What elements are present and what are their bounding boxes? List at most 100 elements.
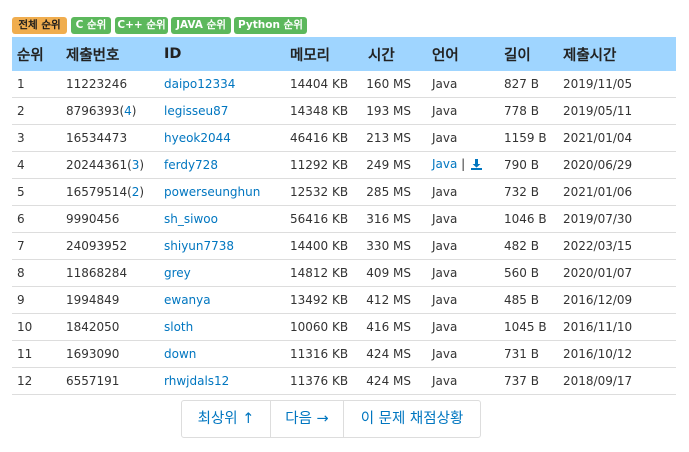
submission-id: 20244361 bbox=[66, 158, 128, 172]
tab-cpp-ranking[interactable]: C++ 순위 bbox=[115, 17, 168, 34]
table-row: 5 16579514(2) powerseunghun 12532 KB 285 MS J… bbox=[12, 178, 676, 206]
tab-java-ranking[interactable]: JAVA 순위 bbox=[171, 17, 231, 34]
submitted-time-cell: 2021/01/06 bbox=[558, 178, 676, 206]
user-id-link[interactable]: ferdy728 bbox=[164, 158, 218, 172]
language: Java bbox=[432, 266, 458, 280]
user-id-cell: grey bbox=[159, 259, 285, 287]
user-id-link[interactable]: legisseu87 bbox=[164, 104, 228, 118]
user-id-cell: hyeok2044 bbox=[159, 124, 285, 152]
tab-python-ranking[interactable]: Python 순위 bbox=[234, 17, 307, 34]
user-id-cell: shiyun7738 bbox=[159, 232, 285, 260]
user-id-cell: daipo12334 bbox=[159, 71, 285, 98]
user-id-link[interactable]: grey bbox=[164, 266, 191, 280]
language-cell: Java bbox=[427, 313, 499, 341]
user-id-link[interactable]: shiyun7738 bbox=[164, 239, 234, 253]
user-id-link[interactable]: ewanya bbox=[164, 293, 211, 307]
user-id-link[interactable]: daipo12334 bbox=[164, 77, 235, 91]
language-cell: Java bbox=[427, 259, 499, 287]
table-row: 10 1842050 sloth 10060 KB 416 MS Java 1045 B 20… bbox=[12, 313, 676, 341]
user-id-link[interactable]: sloth bbox=[164, 320, 193, 334]
table-row: 4 20244361(3) ferdy728 11292 KB 249 MS Java |… bbox=[12, 151, 676, 179]
download-icon[interactable] bbox=[471, 159, 483, 173]
length-cell: 827 B bbox=[499, 71, 558, 98]
rank-cell: 8 bbox=[12, 259, 61, 287]
memory-cell: 14404 KB bbox=[285, 71, 363, 98]
length-cell: 482 B bbox=[499, 232, 558, 260]
submitted-time-cell: 2020/06/29 bbox=[558, 151, 676, 179]
submission-cell: 11223246 bbox=[61, 71, 159, 98]
language: Java bbox=[432, 347, 458, 361]
language-link[interactable]: Java bbox=[432, 157, 457, 171]
table-header-row: 순위 제출번호 ID 메모리 시간 언어 길이 제출시간 bbox=[12, 37, 676, 71]
time-cell: 160 MS bbox=[363, 71, 427, 98]
memory-cell: 46416 KB bbox=[285, 124, 363, 152]
table-body: 1 11223246 daipo12334 14404 KB 160 MS Java 827… bbox=[12, 71, 676, 395]
user-id-link[interactable]: sh_siwoo bbox=[164, 212, 218, 226]
language: Java bbox=[432, 239, 458, 253]
user-id-cell: legisseu87 bbox=[159, 97, 285, 125]
language-cell: Java bbox=[427, 178, 499, 206]
length-cell: 560 B bbox=[499, 259, 558, 287]
submission-count-link[interactable]: 3 bbox=[132, 158, 140, 172]
submitted-time-cell: 2016/10/12 bbox=[558, 340, 676, 368]
time-cell: 424 MS bbox=[363, 340, 427, 368]
language-cell: Java bbox=[427, 232, 499, 260]
submitted-time-cell: 2018/09/17 bbox=[558, 367, 676, 395]
rank-cell: 6 bbox=[12, 205, 61, 233]
table-row: 7 24093952 shiyun7738 14400 KB 330 MS Java 482… bbox=[12, 232, 676, 260]
tab-c-ranking[interactable]: C 순위 bbox=[71, 17, 111, 34]
submission-count-link[interactable]: 4 bbox=[124, 104, 132, 118]
language: Java bbox=[432, 185, 458, 199]
submission-count-link[interactable]: 2 bbox=[132, 185, 140, 199]
submission-cell: 1842050 bbox=[61, 313, 159, 341]
rank-cell: 2 bbox=[12, 97, 61, 125]
language: Java bbox=[432, 293, 458, 307]
memory-cell: 13492 KB bbox=[285, 286, 363, 314]
header-id: ID bbox=[164, 46, 182, 62]
language: Java bbox=[432, 131, 458, 145]
user-id-cell: ewanya bbox=[159, 286, 285, 314]
user-id-link[interactable]: hyeok2044 bbox=[164, 131, 231, 145]
time-cell: 416 MS bbox=[363, 313, 427, 341]
submission-cell: 24093952 bbox=[61, 232, 159, 260]
header-rank: 순위 bbox=[17, 47, 44, 64]
language-cell: Java | bbox=[427, 151, 499, 179]
rank-cell: 3 bbox=[12, 124, 61, 152]
user-id-link[interactable]: rhwjdals12 bbox=[164, 374, 229, 388]
length-cell: 778 B bbox=[499, 97, 558, 125]
user-id-cell: ferdy728 bbox=[159, 151, 285, 179]
submission-id: 8796393 bbox=[66, 104, 120, 118]
header-submitted-time: 제출시간 bbox=[563, 47, 617, 64]
length-cell: 1159 B bbox=[499, 124, 558, 152]
language-cell: Java bbox=[427, 367, 499, 395]
problem-status-button[interactable]: 이 문제 채점상황 bbox=[343, 401, 480, 437]
submitted-time-cell: 2016/12/09 bbox=[558, 286, 676, 314]
table-row: 2 8796393(4) legisseu87 14348 KB 193 MS Java 7… bbox=[12, 97, 676, 125]
submission-cell: 1994849 bbox=[61, 286, 159, 314]
submission-cell: 16579514(2) bbox=[61, 178, 159, 206]
rank-cell: 10 bbox=[12, 313, 61, 341]
language: Java bbox=[432, 320, 458, 334]
table-row: 6 9990456 sh_siwoo 56416 KB 316 MS Java 1046 B… bbox=[12, 205, 676, 233]
time-cell: 424 MS bbox=[363, 367, 427, 395]
header-length: 길이 bbox=[504, 47, 531, 64]
top-button[interactable]: 최상위 ↑ bbox=[182, 401, 270, 437]
memory-cell: 14348 KB bbox=[285, 97, 363, 125]
length-cell: 732 B bbox=[499, 178, 558, 206]
header-memory: 메모리 bbox=[290, 47, 331, 64]
user-id-link[interactable]: down bbox=[164, 347, 196, 361]
user-id-link[interactable]: powerseunghun bbox=[164, 185, 260, 199]
user-id-cell: down bbox=[159, 340, 285, 368]
header-language: 언어 bbox=[432, 47, 459, 64]
tab-all-ranking[interactable]: 전체 순위 bbox=[12, 17, 67, 34]
rank-cell: 4 bbox=[12, 151, 61, 179]
time-cell: 285 MS bbox=[363, 178, 427, 206]
memory-cell: 11376 KB bbox=[285, 367, 363, 395]
language: Java bbox=[432, 374, 458, 388]
submission-id: 11868284 bbox=[66, 266, 128, 280]
memory-cell: 14812 KB bbox=[285, 259, 363, 287]
submission-cell: 11868284 bbox=[61, 259, 159, 287]
table-row: 11 1693090 down 11316 KB 424 MS Java 731 B 2016… bbox=[12, 340, 676, 368]
next-button[interactable]: 다음 → bbox=[270, 401, 343, 437]
rank-cell: 11 bbox=[12, 340, 61, 368]
